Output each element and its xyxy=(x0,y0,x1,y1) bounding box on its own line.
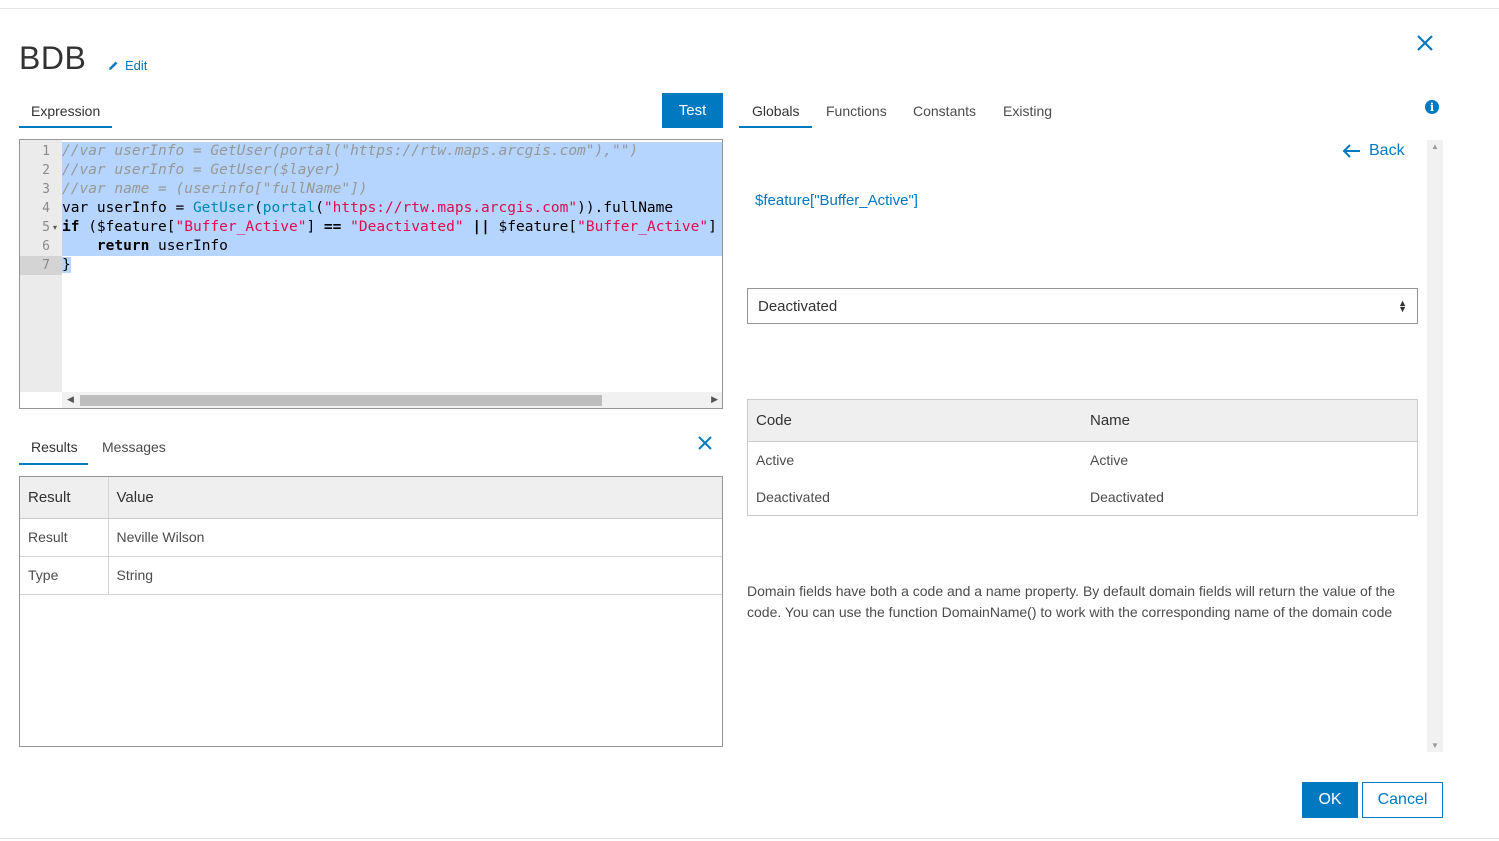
domain-code-cell: Active xyxy=(756,451,795,468)
domain-value-select[interactable]: Deactivated ▲ ▼ xyxy=(747,288,1418,324)
tab-constants[interactable]: Constants xyxy=(913,103,976,119)
results-table: Result Value Result Neville Wilson Type … xyxy=(20,477,722,595)
horizontal-scrollbar[interactable]: ◀ ▶ xyxy=(62,392,722,408)
bottom-divider xyxy=(0,838,1499,839)
dialog-title: BDB xyxy=(19,40,87,76)
table-row: Deactivated Deactivated xyxy=(748,478,1417,515)
scroll-down-icon[interactable]: ▼ xyxy=(1431,741,1439,750)
arrow-left-icon xyxy=(1343,144,1360,158)
line-number: 3 xyxy=(42,182,50,197)
domain-help-text: Domain fields have both a code and a nam… xyxy=(747,583,1396,620)
code-line[interactable]: var userInfo = GetUser(portal("https://r… xyxy=(62,199,722,218)
line-number: 7 xyxy=(20,256,62,275)
info-icon[interactable]: i xyxy=(1425,100,1439,114)
domain-name-cell: Active xyxy=(1090,451,1129,468)
domain-code-cell: Deactivated xyxy=(756,488,830,505)
table-row: Type String xyxy=(20,556,722,595)
type-row-value: String xyxy=(108,556,722,595)
cancel-button[interactable]: Cancel xyxy=(1362,782,1443,818)
tab-functions[interactable]: Functions xyxy=(826,103,887,119)
horizontal-scroll-thumb[interactable] xyxy=(80,395,602,406)
domain-header-code: Code xyxy=(748,400,1082,442)
code-line[interactable]: } xyxy=(62,256,722,275)
pencil-icon xyxy=(109,61,118,70)
line-number: 5 xyxy=(42,220,50,235)
tab-globals-underline xyxy=(739,126,812,128)
domain-header-name: Name xyxy=(1082,400,1417,442)
code-line[interactable]: return userInfo xyxy=(62,237,722,256)
table-row: Result Neville Wilson xyxy=(20,518,722,557)
line-number: 6 xyxy=(42,239,50,254)
results-header-row: Result Value xyxy=(20,477,722,519)
tab-messages[interactable]: Messages xyxy=(102,439,166,455)
code-line[interactable]: //var userInfo = GetUser($layer) xyxy=(62,161,722,180)
scroll-left-icon[interactable]: ◀ xyxy=(67,394,74,405)
domain-name-cell: Deactivated xyxy=(1090,488,1164,505)
back-label: Back xyxy=(1369,142,1405,159)
domain-header-row: Code Name xyxy=(748,400,1417,442)
edit-label: Edit xyxy=(125,58,148,73)
tab-expression[interactable]: Expression xyxy=(31,103,100,119)
scroll-up-icon[interactable]: ▲ xyxy=(1431,142,1439,151)
right-panel-scrollbar[interactable]: ▲ ▼ xyxy=(1427,140,1443,752)
type-row-label: Type xyxy=(20,556,109,595)
fold-arrow-icon[interactable]: ▾ xyxy=(53,223,57,232)
select-value: Deactivated xyxy=(758,297,838,315)
results-panel: Result Value Result Neville Wilson Type … xyxy=(19,476,723,747)
tab-results-underline xyxy=(19,463,88,465)
tab-results[interactable]: Results xyxy=(31,439,78,455)
code-line[interactable]: //var name = (userinfo["fullName"]) xyxy=(62,180,722,199)
edit-title-button[interactable]: Edit xyxy=(108,58,147,73)
result-row-value: Neville Wilson xyxy=(108,518,722,557)
results-header-result: Result xyxy=(20,477,109,519)
result-row-label: Result xyxy=(20,518,109,557)
table-row: Active Active xyxy=(748,441,1417,478)
line-number: 2 xyxy=(42,163,50,178)
domain-table-panel: Code Name Active Active Deactivated Deac… xyxy=(747,399,1418,516)
domain-table: Code Name Active Active Deactivated Deac… xyxy=(748,400,1417,515)
code-line[interactable]: //var userInfo = GetUser(portal("https:/… xyxy=(62,142,722,161)
test-button[interactable]: Test xyxy=(662,93,723,128)
top-divider xyxy=(0,8,1499,9)
line-number: 1 xyxy=(42,144,50,159)
tab-expression-underline xyxy=(19,126,112,128)
tab-existing[interactable]: Existing xyxy=(1003,103,1052,119)
tab-globals[interactable]: Globals xyxy=(752,103,799,119)
feature-expression-link[interactable]: $feature["Buffer_Active"] xyxy=(755,192,918,209)
code-editor[interactable]: 1 //var userInfo = GetUser(portal("https:… xyxy=(19,139,723,409)
results-header-value: Value xyxy=(108,477,722,519)
back-button[interactable]: Back xyxy=(1343,142,1405,160)
ok-button[interactable]: OK xyxy=(1302,782,1358,818)
code-line[interactable]: if ($feature["Buffer_Active"] == "Deacti… xyxy=(62,218,722,237)
close-results-icon[interactable] xyxy=(697,435,713,451)
close-dialog-icon[interactable] xyxy=(1414,32,1436,54)
line-number: 4 xyxy=(42,201,50,216)
select-arrows-icon: ▲ ▼ xyxy=(1398,298,1407,314)
scroll-right-icon[interactable]: ▶ xyxy=(711,394,718,405)
